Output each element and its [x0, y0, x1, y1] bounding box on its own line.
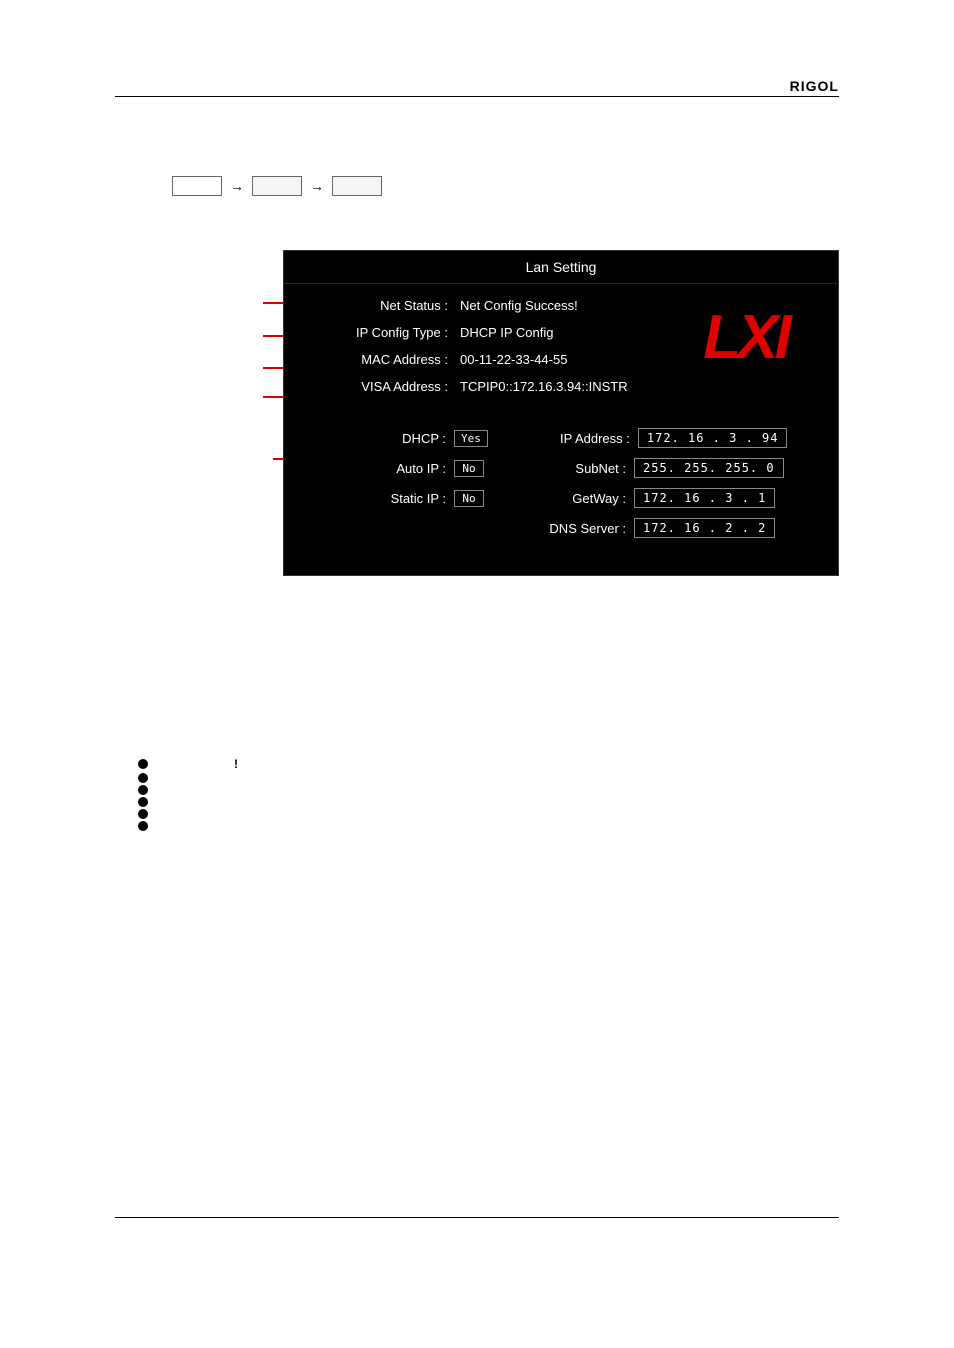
ip-row-staticip: Static IP : No GetWay : 172. 16 . 3 . 1	[284, 483, 838, 513]
ip-options: DHCP : Yes IP Address : 172. 16 . 3 . 94…	[284, 423, 838, 543]
breadcrumb-item-3[interactable]	[332, 176, 382, 196]
lan-panel: Lan Setting LXI Net Status : Net Config …	[283, 250, 839, 576]
breadcrumb-item-1[interactable]	[172, 176, 222, 196]
arrow-icon: →	[230, 178, 244, 194]
bullet-dot-icon	[138, 821, 148, 831]
subnet-label: SubNet :	[484, 461, 634, 476]
lan-value: TCPIP0::172.16.3.94::INSTR	[454, 379, 628, 394]
staticip-value[interactable]: No	[454, 490, 484, 507]
lan-value: Net Config Success!	[454, 298, 578, 313]
dhcp-value[interactable]: Yes	[454, 430, 488, 447]
lan-label: VISA Address :	[284, 379, 454, 394]
subnet-value[interactable]: 255. 255. 255. 0	[634, 458, 784, 478]
breadcrumb: → →	[172, 176, 382, 196]
bullet-text: !	[234, 757, 238, 771]
gateway-label: GetWay :	[484, 491, 634, 506]
ip-row-dhcp: DHCP : Yes IP Address : 172. 16 . 3 . 94	[284, 423, 838, 453]
dns-label: DNS Server :	[492, 521, 634, 536]
ip-option-label: Auto IP :	[284, 461, 454, 476]
lxi-logo-text: LXI	[703, 302, 787, 373]
header-divider	[115, 96, 839, 97]
ip-option-label: DHCP :	[284, 431, 454, 446]
lan-label: IP Config Type :	[284, 325, 454, 340]
dns-value[interactable]: 172. 16 . 2 . 2	[634, 518, 775, 538]
bullet-item	[138, 821, 238, 831]
bullet-item	[138, 797, 238, 807]
lan-value: 00-11-22-33-44-55	[454, 352, 567, 367]
lan-label: MAC Address :	[284, 352, 454, 367]
ip-address-label: IP Address :	[488, 431, 638, 446]
arrow-icon: →	[310, 178, 324, 194]
bullet-dot-icon	[138, 785, 148, 795]
bullet-item	[138, 785, 238, 795]
header-brand: RIGOL	[790, 78, 839, 94]
breadcrumb-item-2[interactable]	[252, 176, 302, 196]
lan-screenshot: Lan Setting LXI Net Status : Net Config …	[283, 250, 839, 576]
ip-row-dns: DNS Server : 172. 16 . 2 . 2	[284, 513, 838, 543]
bullet-dot-icon	[138, 773, 148, 783]
bullet-item	[138, 773, 238, 783]
bullet-item: !	[138, 757, 238, 771]
bullet-item	[138, 809, 238, 819]
footer-divider	[115, 1217, 839, 1218]
bullet-list: !	[138, 757, 238, 833]
lxi-logo: LXI	[673, 287, 818, 387]
lan-panel-title: Lan Setting	[284, 251, 838, 284]
bullet-dot-icon	[138, 809, 148, 819]
ip-address-value[interactable]: 172. 16 . 3 . 94	[638, 428, 788, 448]
lan-value: DHCP IP Config	[454, 325, 553, 340]
bullet-dot-icon	[138, 797, 148, 807]
bullet-dot-icon	[138, 759, 148, 769]
gateway-value[interactable]: 172. 16 . 3 . 1	[634, 488, 775, 508]
ip-option-label: Static IP :	[284, 491, 454, 506]
autoip-value[interactable]: No	[454, 460, 484, 477]
ip-row-autoip: Auto IP : No SubNet : 255. 255. 255. 0	[284, 453, 838, 483]
lan-label: Net Status :	[284, 298, 454, 313]
